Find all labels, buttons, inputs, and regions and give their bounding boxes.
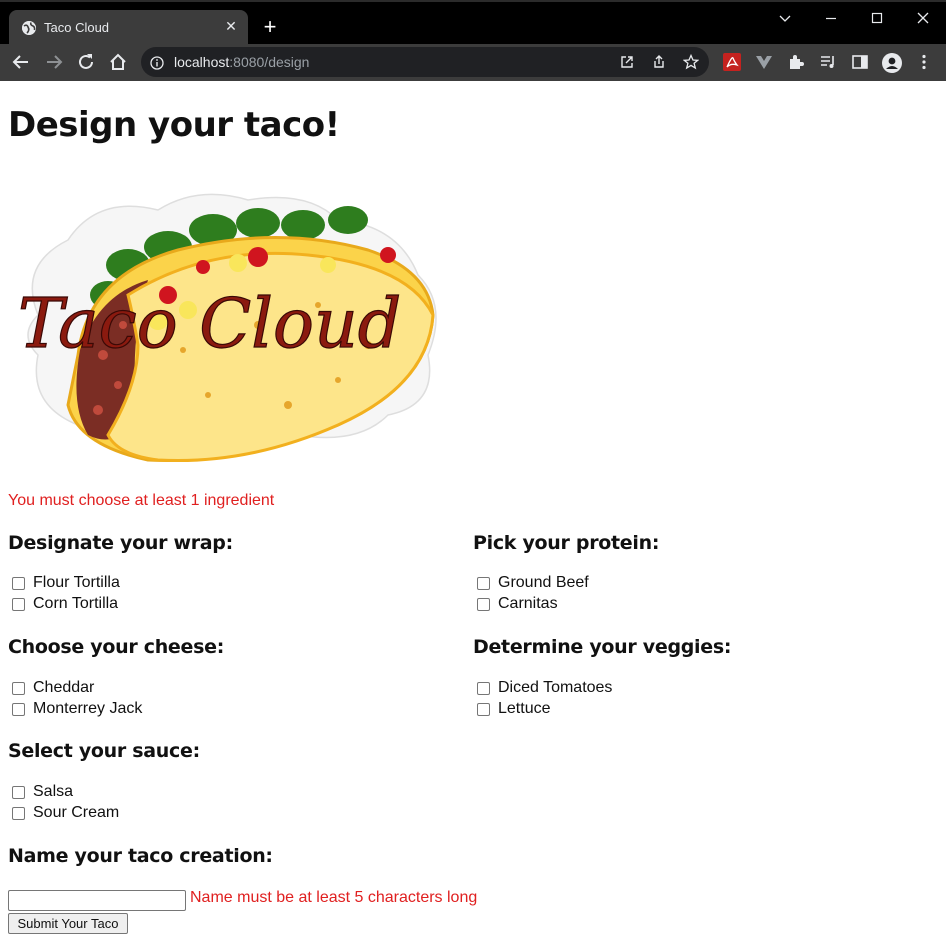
cheese-group: Choose your cheese: Cheddar Monterrey Ja… (8, 636, 224, 717)
option-label: Corn Tortilla (33, 595, 119, 612)
window-close-icon[interactable] (913, 10, 933, 28)
option-label: Lettuce (498, 700, 551, 717)
option-label: Flour Tortilla (33, 574, 120, 591)
checkbox[interactable] (12, 576, 25, 590)
url-host: localhost (174, 54, 230, 70)
option-label: Carnitas (498, 595, 558, 612)
ingredient-option[interactable]: Ground Beef (477, 574, 589, 592)
logo-lettering: Taco Cloud (18, 285, 401, 364)
minimize-icon[interactable] (821, 10, 841, 28)
checkbox[interactable] (477, 681, 490, 695)
name-error: Name must be at least 5 characters long (190, 889, 478, 906)
info-icon[interactable] (150, 55, 164, 70)
address-bar[interactable]: localhost:8080/design (141, 47, 709, 77)
name-heading: Name your taco creation: (8, 845, 273, 867)
share-icon[interactable] (651, 54, 667, 70)
option-label: Salsa (33, 783, 74, 800)
wrap-heading: Designate your wrap: (8, 532, 233, 554)
taco-cloud-logo: Taco Cloud (17, 193, 437, 463)
media-queue-icon[interactable] (819, 53, 837, 71)
option-label: Diced Tomatoes (498, 679, 613, 696)
ingredient-option[interactable]: Sour Cream (12, 804, 119, 822)
back-icon[interactable] (10, 51, 32, 73)
pdf-extension-icon[interactable] (723, 53, 741, 71)
maximize-icon[interactable] (867, 10, 887, 28)
ingredient-option[interactable]: Salsa (12, 783, 73, 801)
tab-title: Taco Cloud (44, 20, 110, 35)
url-text[interactable]: localhost:8080/design (174, 54, 309, 70)
ingredient-option[interactable]: Corn Tortilla (12, 595, 118, 613)
veggies-heading: Determine your veggies: (473, 636, 732, 658)
browser-titlebar: Taco Cloud ✕ + (0, 0, 946, 46)
name-group: Name your taco creation: (8, 845, 273, 867)
taco-name-input[interactable] (8, 890, 186, 911)
option-label: Sour Cream (33, 804, 120, 821)
checkbox[interactable] (477, 597, 490, 611)
browser-tab[interactable]: Taco Cloud ✕ (9, 10, 248, 46)
option-label: Cheddar (33, 679, 95, 696)
bookmark-star-icon[interactable] (682, 53, 700, 70)
ingredient-option[interactable]: Lettuce (477, 700, 550, 718)
option-label: Monterrey Jack (33, 700, 143, 717)
reload-icon[interactable] (75, 51, 97, 73)
ingredient-error: You must choose at least 1 ingredient (8, 492, 275, 509)
more-menu-icon[interactable] (915, 53, 933, 71)
page-title: Design your taco! (8, 105, 340, 145)
checkbox[interactable] (12, 806, 25, 820)
open-external-icon[interactable] (619, 54, 635, 70)
url-path: :8080/design (229, 54, 310, 70)
page-content: Design your taco! Taco Cloud You must ch… (0, 81, 946, 951)
checkbox[interactable] (477, 702, 490, 716)
wrap-group: Designate your wrap: Flour Tortilla Corn… (8, 532, 233, 612)
submit-taco-button[interactable]: Submit Your Taco (8, 913, 128, 934)
checkbox[interactable] (12, 785, 25, 799)
ingredient-option[interactable]: Flour Tortilla (12, 574, 120, 592)
checkbox[interactable] (12, 702, 25, 716)
ingredient-option[interactable]: Monterrey Jack (12, 700, 142, 718)
veggies-group: Determine your veggies: Diced Tomatoes L… (473, 636, 732, 717)
checkbox[interactable] (12, 597, 25, 611)
tab-search-icon[interactable] (775, 10, 795, 28)
ingredient-option[interactable]: Cheddar (12, 679, 94, 697)
side-panel-icon[interactable] (851, 53, 869, 71)
ingredient-option[interactable]: Diced Tomatoes (477, 679, 612, 697)
ingredient-option[interactable]: Carnitas (477, 595, 558, 613)
new-tab-button[interactable]: + (259, 16, 281, 39)
profile-avatar-icon[interactable] (882, 53, 902, 73)
forward-icon[interactable] (43, 51, 65, 73)
option-label: Ground Beef (498, 574, 589, 591)
protein-group: Pick your protein: Ground Beef Carnitas (473, 532, 660, 612)
cheese-heading: Choose your cheese: (8, 636, 224, 658)
checkbox[interactable] (477, 576, 490, 590)
sauce-group: Select your sauce: Salsa Sour Cream (8, 740, 200, 821)
tab-close-icon[interactable]: ✕ (223, 19, 239, 35)
checkbox[interactable] (12, 681, 25, 695)
vue-devtools-icon[interactable] (755, 53, 773, 71)
browser-toolbar: localhost:8080/design (0, 44, 946, 81)
globe-icon (22, 21, 36, 35)
home-icon[interactable] (107, 51, 129, 73)
sauce-heading: Select your sauce: (8, 740, 200, 762)
extensions-puzzle-icon[interactable] (787, 53, 805, 71)
protein-heading: Pick your protein: (473, 532, 660, 554)
